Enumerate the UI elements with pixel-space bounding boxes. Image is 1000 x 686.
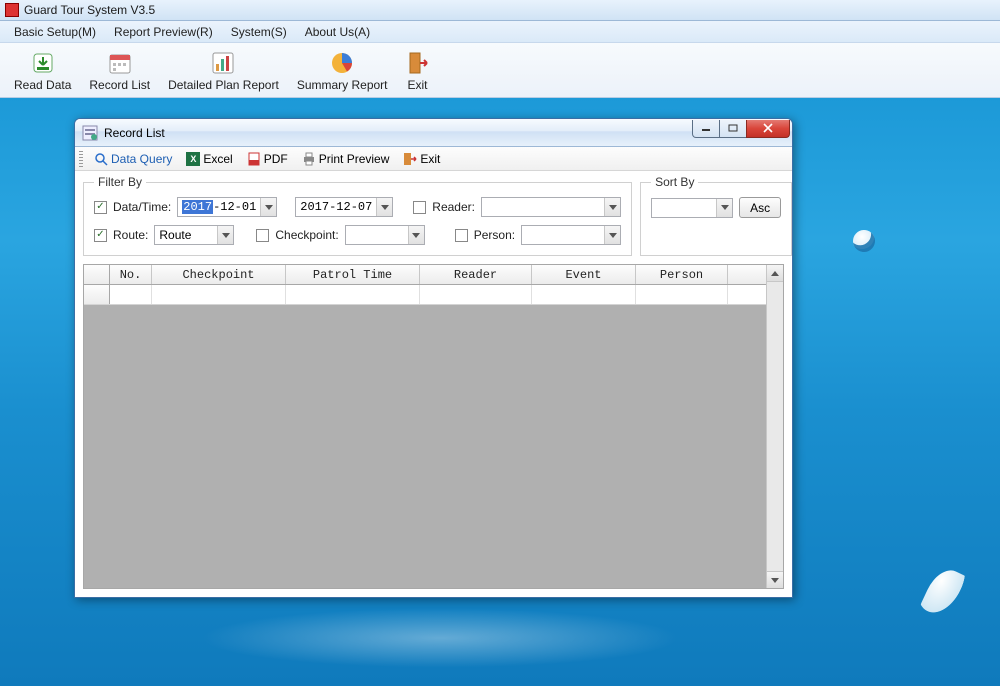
sort-by-group: Sort By Asc [640, 175, 792, 256]
asc-button[interactable]: Asc [739, 197, 781, 218]
grid-header: No. Checkpoint Patrol Time Reader Event … [84, 265, 783, 285]
record-list-icon [82, 125, 98, 141]
checkpoint-checkbox[interactable] [256, 229, 269, 242]
menu-system[interactable]: System(S) [231, 25, 287, 39]
grid-corner [84, 265, 110, 284]
minimize-icon [701, 124, 711, 132]
desktop-decor [850, 227, 878, 255]
reader-checkbox[interactable] [413, 201, 426, 214]
date-to-input[interactable]: 2017-12-07 [295, 197, 393, 217]
desktop-decor [919, 564, 966, 620]
read-data-button[interactable]: Read Data [12, 51, 73, 92]
checkpoint-combo[interactable] [345, 225, 425, 245]
child-exit-button[interactable]: Exit [397, 150, 446, 168]
reader-label: Reader: [432, 200, 475, 214]
excel-export-button[interactable]: X Excel [180, 150, 238, 168]
search-icon [94, 152, 108, 166]
checkpoint-label: Checkpoint: [275, 228, 338, 242]
app-titlebar: Guard Tour System V3.5 [0, 0, 1000, 21]
reader-combo[interactable] [481, 197, 621, 217]
maximize-icon [728, 124, 738, 132]
col-no[interactable]: No. [110, 265, 152, 284]
detailed-plan-report-label: Detailed Plan Report [168, 78, 279, 92]
bar-chart-icon [211, 51, 235, 75]
date-to-dropdown[interactable] [376, 198, 392, 216]
menu-about-us[interactable]: About Us(A) [305, 25, 370, 39]
child-titlebar[interactable]: Record List [75, 119, 792, 147]
summary-report-label: Summary Report [297, 78, 388, 92]
exit-label: Exit [408, 78, 428, 92]
filter-legend: Filter By [94, 175, 146, 189]
person-label: Person: [474, 228, 515, 242]
scroll-up-button[interactable] [767, 265, 783, 282]
app-title: Guard Tour System V3.5 [24, 3, 155, 17]
exit-door-icon [406, 51, 430, 75]
pdf-label: PDF [264, 152, 288, 166]
exit-icon [403, 152, 417, 166]
chevron-up-icon [771, 271, 779, 276]
datetime-checkbox[interactable] [94, 201, 107, 214]
printer-icon [302, 152, 316, 166]
data-query-label: Data Query [111, 152, 172, 166]
toolbar-grip [79, 151, 83, 167]
excel-icon: X [186, 152, 200, 166]
date-from-input[interactable]: 2017-12-01 [177, 197, 277, 217]
data-query-button[interactable]: Data Query [88, 150, 178, 168]
date-from-dropdown[interactable] [260, 198, 276, 216]
filter-by-group: Filter By Data/Time: 2017-12-01 2017-12-… [83, 175, 632, 256]
close-icon [762, 123, 774, 133]
person-checkbox[interactable] [455, 229, 468, 242]
summary-report-button[interactable]: Summary Report [295, 51, 390, 92]
print-preview-label: Print Preview [319, 152, 390, 166]
desktop-decor [200, 608, 680, 668]
maximize-button[interactable] [719, 120, 747, 138]
person-combo[interactable] [521, 225, 621, 245]
menu-basic-setup[interactable]: Basic Setup(M) [14, 25, 96, 39]
detailed-plan-report-button[interactable]: Detailed Plan Report [166, 51, 281, 92]
main-toolbar: Read Data Record List Detailed Plan Repo… [0, 43, 1000, 98]
close-button[interactable] [746, 120, 790, 138]
col-event[interactable]: Event [532, 265, 636, 284]
app-icon [5, 3, 19, 17]
read-data-label: Read Data [14, 78, 71, 92]
sort-field-combo[interactable] [651, 198, 733, 218]
col-reader[interactable]: Reader [420, 265, 532, 284]
record-list-window: Record List Data Query X Excel PDF Print… [74, 118, 793, 598]
window-controls [693, 120, 790, 140]
print-preview-button[interactable]: Print Preview [296, 150, 396, 168]
menubar: Basic Setup(M) Report Preview(R) System(… [0, 21, 1000, 43]
child-title: Record List [104, 126, 165, 140]
minimize-button[interactable] [692, 120, 720, 138]
record-list-button[interactable]: Record List [87, 51, 152, 92]
download-icon [31, 51, 55, 75]
pdf-export-button[interactable]: PDF [241, 150, 294, 168]
child-toolbar: Data Query X Excel PDF Print Preview Exi… [75, 147, 792, 171]
col-checkpoint[interactable]: Checkpoint [152, 265, 286, 284]
calendar-icon [108, 51, 132, 75]
route-checkbox[interactable] [94, 229, 107, 242]
sort-legend: Sort By [651, 175, 698, 189]
col-patrol-time[interactable]: Patrol Time [286, 265, 420, 284]
record-list-label: Record List [89, 78, 150, 92]
data-grid: No. Checkpoint Patrol Time Reader Event … [83, 264, 784, 589]
pie-chart-icon [330, 51, 354, 75]
exit-button[interactable]: Exit [404, 51, 432, 92]
scroll-down-button[interactable] [767, 571, 783, 588]
vertical-scrollbar[interactable] [766, 265, 783, 588]
datetime-label: Data/Time: [113, 200, 171, 214]
pdf-icon [247, 152, 261, 166]
filter-area: Filter By Data/Time: 2017-12-01 2017-12-… [75, 171, 792, 264]
excel-label: Excel [203, 152, 232, 166]
menu-report-preview[interactable]: Report Preview(R) [114, 25, 213, 39]
chevron-down-icon [771, 578, 779, 583]
child-exit-label: Exit [420, 152, 440, 166]
route-combo[interactable]: Route [154, 225, 234, 245]
route-label: Route: [113, 228, 148, 242]
col-person[interactable]: Person [636, 265, 728, 284]
table-row[interactable] [84, 285, 783, 305]
